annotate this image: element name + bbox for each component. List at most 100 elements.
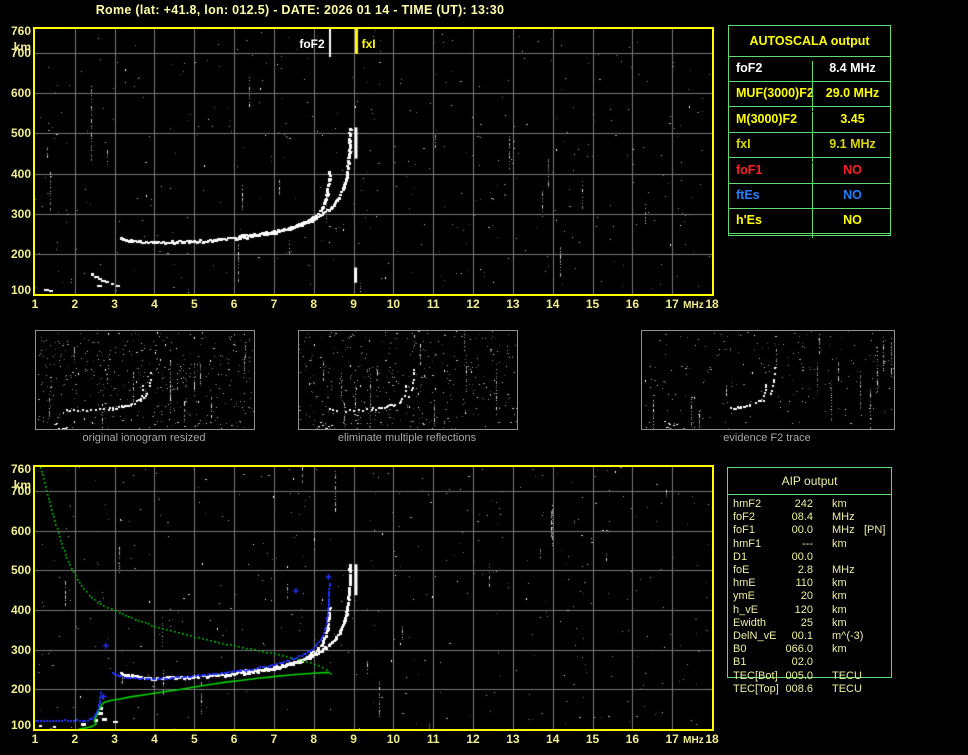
parameter-value: 066.0 (785, 643, 813, 656)
autoscala-row-m3000f2: M(3000)F2 3.45 (729, 107, 890, 137)
autoscala-output-screen: Rome (lat: +41.8, lon: 012.5) - DATE: 20… (0, 0, 968, 755)
thumbnail-canvas (642, 331, 894, 429)
aip-row-foe: foE 2.8 MHz (727, 564, 892, 577)
parameter-value: 242 (794, 498, 813, 510)
x-tick-label: 6 (230, 732, 238, 746)
y-axis-unit-label: km (13, 478, 31, 492)
parameter-name: foF1 (733, 524, 756, 537)
parameter-unit: TECU (832, 682, 862, 695)
aip-row-delnve: DelN_vE 00.1 m^(-3) (727, 630, 892, 643)
parameter-name: foF2 (733, 511, 756, 524)
x-tick-label: 1 (31, 297, 39, 311)
x-tick-label: 3 (111, 297, 118, 311)
parameter-value: 02.0 (791, 656, 813, 669)
x-tick-label: 17 (665, 297, 679, 311)
parameter-unit: MHz (832, 511, 855, 524)
aip-row-ewidth: Ewidth 25 km (727, 617, 892, 630)
autoscala-row-fof2: foF2 8.4 MHz (729, 56, 890, 86)
parameter-value: 25 (800, 616, 813, 629)
parameter-name: ftEs (736, 188, 760, 202)
aip-row-tectop: TEC[Top] 008.6 TECU (727, 683, 892, 696)
page-title: Rome (lat: +41.8, lon: 012.5) - DATE: 20… (95, 3, 505, 17)
x-tick-label: 15 (585, 297, 600, 311)
aip-row-fof2: foF2 08.4 MHz (727, 511, 892, 524)
top-ionogram-plot: 1 2 3 4 5 6 7 8 9 10 11 12 13 14 15 16 17 18 MHz 760 700 600 5… (11, 24, 719, 311)
x-tick-label: 13 (506, 732, 520, 746)
autoscala-row-ftes: ftEs NO (729, 183, 890, 213)
bottom-profile-canvas (35, 467, 712, 729)
y-tick-label: 600 (10, 523, 31, 538)
parameter-unit: MHz (832, 564, 855, 576)
thumbnail-evidence-f2-trace (641, 330, 895, 430)
parameter-name: D1 (733, 550, 748, 563)
x-tick-label: 4 (151, 297, 158, 311)
parameter-value: 00.0 (791, 524, 813, 537)
y-tick-label: 500 (10, 126, 31, 141)
parameter-value: 20 (800, 590, 813, 603)
thumbnail-caption: original ionogram resized (82, 432, 206, 444)
parameter-name: B0 (733, 643, 747, 656)
x-tick-label: 7 (270, 732, 278, 746)
parameter-unit: m^(-3) (832, 630, 864, 642)
y-tick-label: 100 (10, 718, 31, 732)
parameter-name: foF1 (736, 162, 763, 177)
parameter-value: 00.1 (791, 630, 813, 642)
thumbnail-canvas (36, 331, 254, 429)
parameter-value: 110 (795, 577, 813, 590)
parameter-value: 005.0 (785, 669, 813, 682)
aip-row-hmf1: hmF1 --- km (727, 538, 892, 551)
parameter-name: fxI (736, 137, 751, 152)
parameter-value: 2.8 (797, 564, 813, 576)
parameter-value: NO (812, 213, 892, 239)
aip-row-b1: B1 02.0 (727, 656, 892, 669)
x-axis-unit-label: MHz (683, 300, 704, 311)
y-tick-label: 400 (10, 602, 31, 617)
y-tick-label: 600 (10, 86, 31, 101)
y-tick-label: 100 (10, 283, 31, 297)
y-tick-label: 200 (10, 246, 31, 261)
aip-row-hmf2: hmF2 242 km (727, 498, 892, 511)
thumbnail-caption: evidence F2 trace (723, 432, 811, 444)
thumbnail-caption: eliminate multiple reflections (337, 432, 477, 444)
autoscala-table-border: AUTOSCALA output foF2 8.4 MHz MUF(3000)F2 2… (728, 25, 892, 239)
autoscala-table-header: AUTOSCALA output (729, 26, 890, 57)
bottom-profile-plot: 1 2 3 4 5 6 7 8 9 10 11 12 13 14 15 16 17 18 MHz 760 700 600 5… (11, 462, 719, 746)
x-tick-label: 7 (270, 297, 278, 311)
parameter-value: 00.0 (791, 550, 813, 563)
thumbnail-eliminate-multiple-reflections (298, 330, 518, 430)
x-tick-label: 2 (71, 732, 79, 746)
parameter-name: B1 (733, 656, 747, 669)
parameter-unit: km (832, 498, 847, 510)
x-tick-label: 1 (31, 732, 39, 746)
x-tick-label: 10 (386, 732, 401, 746)
x-tick-label: 9 (350, 732, 357, 746)
x-tick-label: 16 (625, 732, 640, 746)
aip-row-d1: D1 00.0 (727, 551, 892, 564)
y-tick-label: 400 (10, 166, 31, 181)
x-tick-label: 6 (230, 297, 238, 311)
parameter-name: h'Es (736, 213, 762, 228)
x-tick-label: 12 (466, 732, 480, 746)
y-axis-unit-label: km (13, 40, 31, 54)
y-tick-label: 760 (10, 24, 31, 38)
thumbnail-original-ionogram-resized (35, 330, 255, 430)
aip-header-divider (727, 494, 892, 495)
parameter-value: 008.6 (785, 682, 813, 695)
parameter-name: foF2 (736, 61, 763, 75)
aip-row-tecbot: TEC[Bot] 005.0 TECU (727, 670, 892, 683)
x-tick-label: 10 (386, 297, 401, 311)
parameter-unit: km (832, 537, 847, 550)
x-tick-label: 16 (625, 297, 640, 311)
aip-row-hme: hmE 110 km (727, 577, 892, 590)
autoscala-row-fxi: fxI 9.1 MHz (729, 132, 890, 163)
x-tick-label: 9 (350, 297, 357, 311)
y-tick-label: 200 (10, 682, 31, 697)
x-tick-label: 8 (310, 297, 318, 311)
x-tick-label: 17 (665, 732, 679, 746)
parameter-unit: TECU (832, 669, 862, 682)
autoscala-row-fof1: foF1 NO (729, 158, 890, 188)
parameter-value: 08.4 (791, 511, 813, 524)
x-tick-label: 12 (466, 297, 480, 311)
aip-row-hve: h_vE 120 km (727, 604, 892, 617)
autoscala-row-muf3000f2: MUF(3000)F2 29.0 MHz (729, 81, 890, 112)
